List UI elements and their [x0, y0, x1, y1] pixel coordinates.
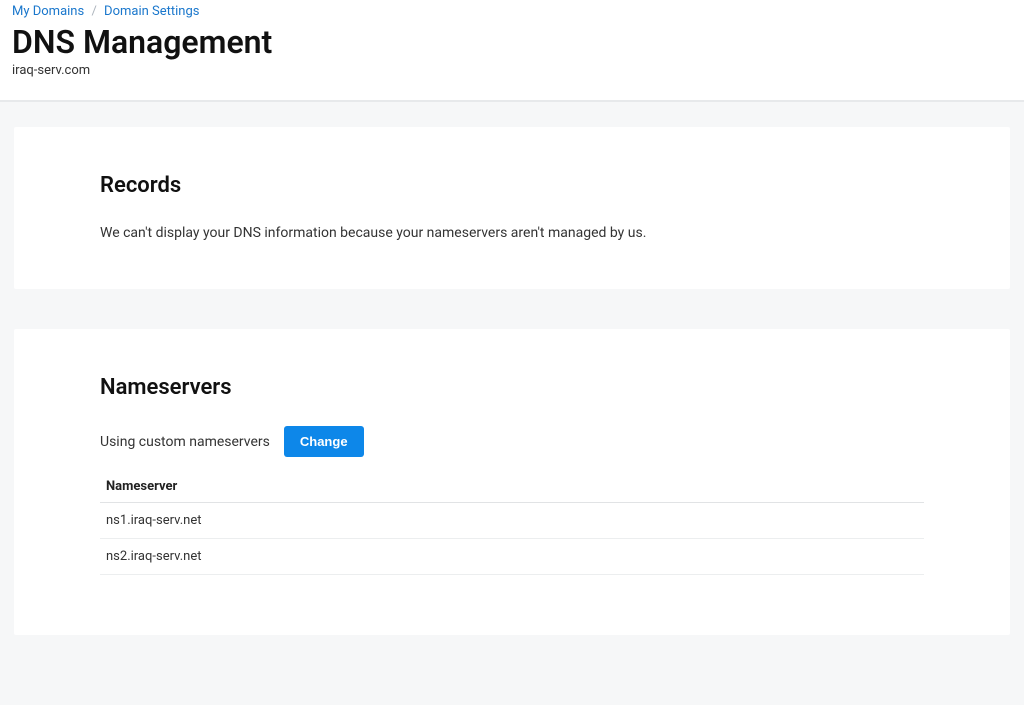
breadcrumb: My Domains / Domain Settings — [12, 4, 1012, 20]
page-title: DNS Management — [12, 24, 1012, 61]
page-body: Records We can't display your DNS inform… — [0, 100, 1024, 705]
change-button[interactable]: Change — [284, 426, 364, 457]
breadcrumb-separator: / — [87, 4, 100, 19]
nameservers-table: Nameserver ns1.iraq-serv.net ns2.iraq-se… — [100, 471, 924, 575]
nameserver-value: ns2.iraq-serv.net — [100, 539, 924, 575]
nameserver-value: ns1.iraq-serv.net — [100, 503, 924, 539]
table-row: ns2.iraq-serv.net — [100, 539, 924, 575]
nameservers-card: Nameservers Using custom nameservers Cha… — [14, 329, 1010, 635]
table-row: ns1.iraq-serv.net — [100, 503, 924, 539]
nameservers-column-header: Nameserver — [100, 471, 924, 503]
breadcrumb-my-domains[interactable]: My Domains — [12, 4, 84, 19]
breadcrumb-domain-settings[interactable]: Domain Settings — [104, 4, 199, 19]
nameservers-status-text: Using custom nameservers — [100, 434, 270, 450]
nameservers-status-row: Using custom nameservers Change — [100, 426, 924, 457]
page-subtitle-domain: iraq-serv.com — [12, 63, 1012, 78]
nameservers-section-title: Nameservers — [100, 375, 924, 400]
records-empty-note: We can't display your DNS information be… — [100, 224, 924, 244]
records-section-title: Records — [100, 173, 924, 198]
page-header: My Domains / Domain Settings DNS Managem… — [0, 0, 1024, 100]
records-card: Records We can't display your DNS inform… — [14, 127, 1010, 290]
